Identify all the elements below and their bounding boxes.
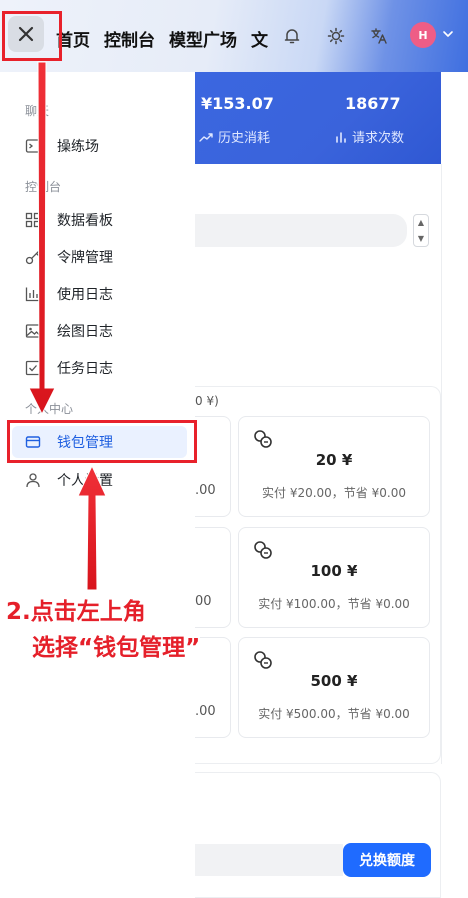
chevron-down-icon[interactable]: ▼ — [418, 234, 424, 243]
sidebar-item-label: 绘图日志 — [57, 324, 113, 340]
amount-input[interactable] — [195, 214, 407, 247]
theme-toggle-button[interactable] — [320, 20, 352, 52]
bar-chart-icon — [336, 131, 346, 143]
sidebar-item-label: 任务日志 — [57, 361, 113, 377]
redeem-code-input[interactable] — [195, 844, 343, 876]
key-icon — [25, 249, 41, 265]
sidebar-item-usage-logs[interactable]: 使用日志 — [12, 278, 187, 310]
terminal-icon — [25, 138, 41, 154]
checkbox-icon — [25, 360, 41, 376]
recharge-amount: 500 ¥ — [310, 672, 358, 690]
sidebar-item-drawing-logs[interactable]: 绘图日志 — [12, 315, 187, 347]
request-count-value: 18677 — [345, 94, 401, 113]
notification-button[interactable] — [276, 20, 308, 52]
wallet-icon — [25, 434, 41, 450]
sidebar-section-console: 控制台 — [25, 180, 62, 194]
history-spend-label: 历史消耗 — [199, 127, 270, 146]
translate-icon — [371, 28, 387, 44]
bell-icon — [284, 29, 300, 44]
sidebar-item-label: 个人设置 — [57, 473, 113, 489]
nav-model-square[interactable]: 模型广场 — [169, 26, 237, 51]
sidebar-item-task-logs[interactable]: 任务日志 — [12, 352, 187, 384]
redeem-panel — [195, 772, 441, 898]
language-button[interactable] — [363, 20, 395, 52]
recharge-detail: 实付 ¥20.00，节省 ¥0.00 — [262, 486, 406, 500]
coins-icon — [254, 651, 272, 669]
coins-icon — [254, 430, 272, 448]
sun-icon — [327, 27, 345, 45]
chevron-up-icon[interactable]: ▲ — [418, 218, 424, 227]
recharge-option-100[interactable]: 100 ¥ 实付 ¥100.00，节省 ¥0.00 — [238, 527, 430, 628]
sidebar-item-label: 钱包管理 — [57, 435, 113, 451]
nav-docs[interactable]: 文 — [251, 26, 268, 51]
sidebar-item-wallet[interactable]: 钱包管理 — [12, 426, 187, 458]
stats-banner: ¥153.07 历史消耗 18677 请求次数 — [195, 72, 441, 164]
sidebar-item-label: 操练场 — [57, 139, 99, 155]
sidebar-item-playground[interactable]: 操练场 — [12, 130, 187, 162]
sidebar-item-label: 使用日志 — [57, 287, 113, 303]
redeem-button[interactable]: 兑换额度 — [343, 843, 431, 877]
sidebar-section-personal: 个人中心 — [25, 402, 74, 416]
nav-console[interactable]: 控制台 — [104, 26, 155, 51]
sidebar-item-label: 数据看板 — [57, 213, 113, 229]
bar-chart-icon — [25, 286, 41, 302]
recharge-detail: 实付 ¥500.00，节省 ¥0.00 — [258, 707, 410, 721]
close-sidebar-button[interactable] — [8, 16, 44, 52]
sidebar-item-dashboard[interactable]: 数据看板 — [12, 204, 187, 236]
recharge-card-partial[interactable]: 00 — [195, 527, 231, 628]
recharge-option-500[interactable]: 500 ¥ 实付 ¥500.00，节省 ¥0.00 — [238, 637, 430, 738]
close-icon — [18, 26, 34, 42]
amount-stepper[interactable]: ▲ ▼ — [413, 214, 429, 247]
chevron-down-icon[interactable] — [440, 26, 456, 42]
sidebar-item-label: 令牌管理 — [57, 250, 113, 266]
request-count-label: 请求次数 — [335, 127, 404, 146]
sidebar-section-chat: 聊天 — [25, 104, 50, 118]
sidebar-item-settings[interactable]: 个人设置 — [12, 464, 187, 496]
recharge-card-partial[interactable]: .00 — [195, 416, 231, 517]
recharge-card-partial[interactable]: .00 — [195, 637, 231, 738]
sidebar: 聊天 操练场 控制台 数据看板 令牌管理 使用日志 绘图日志 任务日志 个人中心… — [0, 72, 195, 898]
sidebar-item-tokens[interactable]: 令牌管理 — [12, 241, 187, 273]
avatar[interactable]: H — [410, 22, 436, 48]
image-icon — [25, 323, 41, 339]
recharge-option-20[interactable]: 20 ¥ 实付 ¥20.00，节省 ¥0.00 — [238, 416, 430, 517]
top-header: 首页 控制台 模型广场 文 H — [0, 0, 468, 72]
content-divider — [441, 164, 442, 764]
history-spend-value: ¥153.07 — [201, 94, 274, 113]
user-icon — [25, 472, 41, 488]
trend-up-icon — [199, 132, 213, 142]
recharge-amount: 20 ¥ — [315, 451, 353, 469]
nav-home[interactable]: 首页 — [56, 26, 90, 51]
recharge-detail: 实付 ¥100.00，节省 ¥0.00 — [258, 597, 410, 611]
coins-icon — [254, 541, 272, 559]
dashboard-icon — [25, 212, 41, 228]
recharge-amount: 100 ¥ — [310, 562, 358, 580]
